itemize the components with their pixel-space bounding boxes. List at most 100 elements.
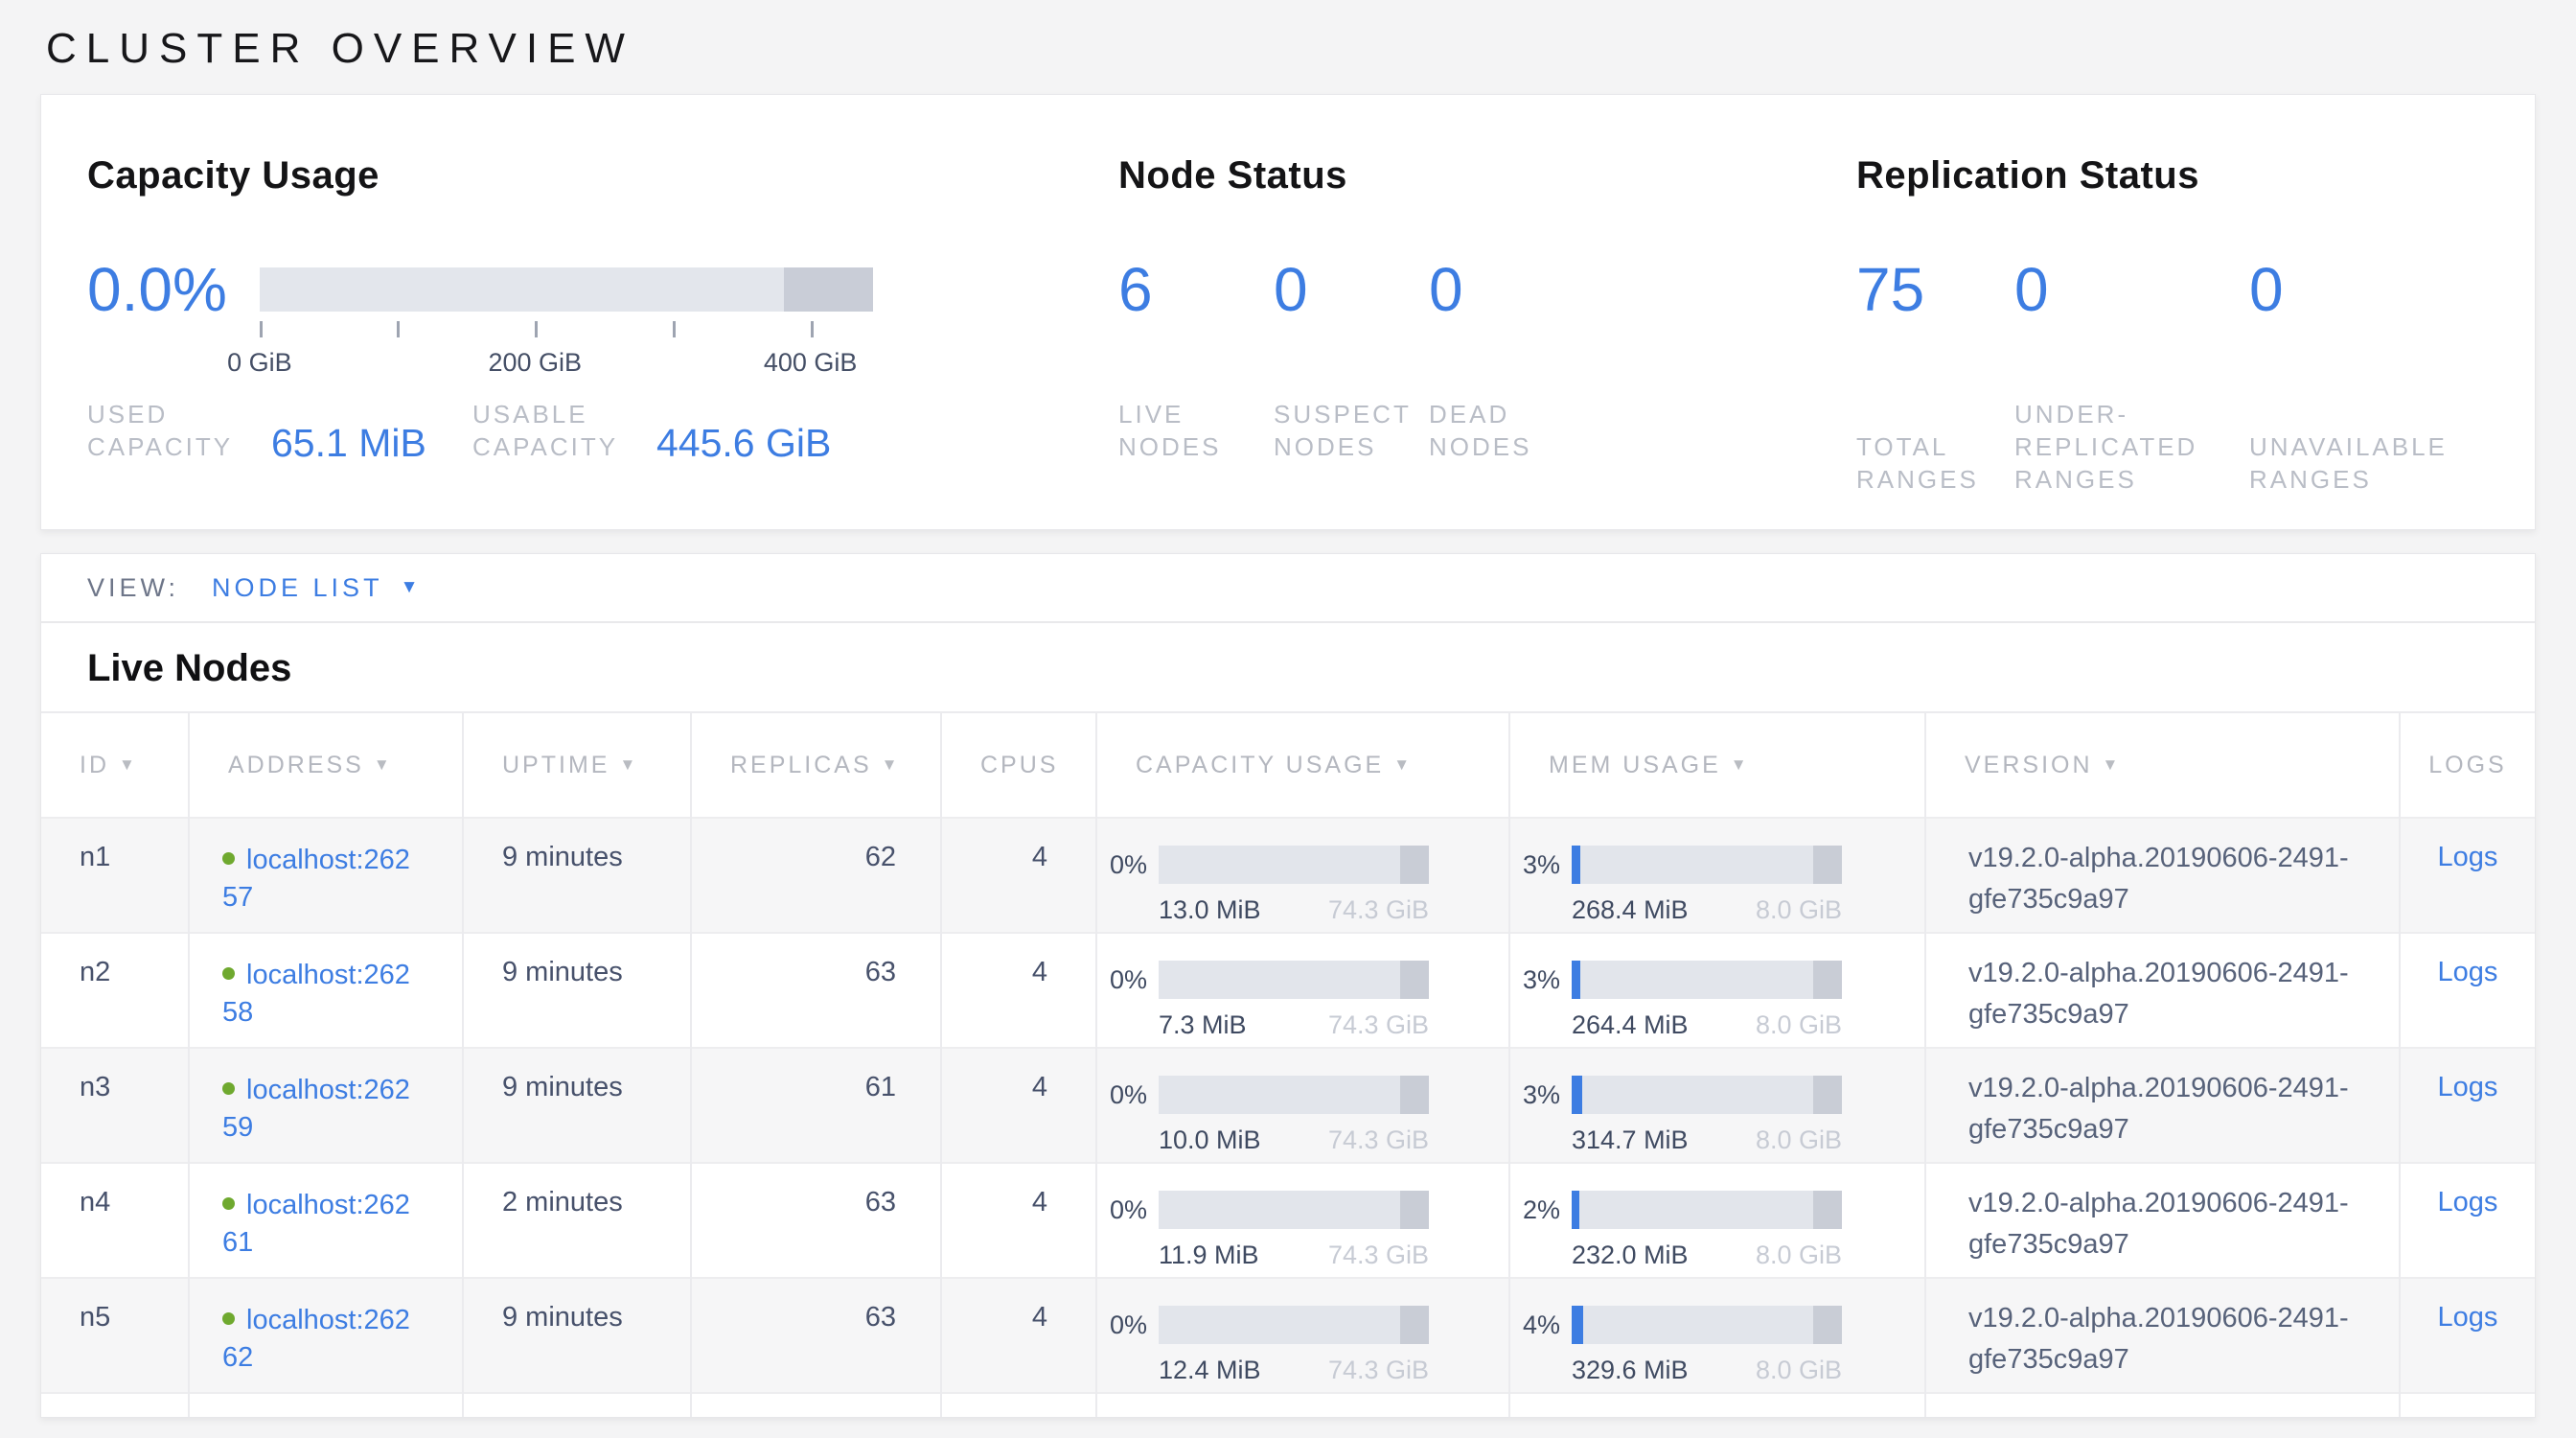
node-version-cell: v19.2.0-alpha.20190606-2491-gfe735c9a97: [1925, 1278, 2400, 1393]
node-uptime-cell: 2 minutes: [463, 1163, 691, 1278]
mem-total-value: 8.0 GiB: [1756, 1241, 1842, 1270]
mem-bar-fill: [1572, 846, 1580, 884]
node-address-link[interactable]: localhost:26257: [222, 845, 410, 913]
replication-status-section: Replication Status 75 0 0 TOTAL RANGES U…: [1856, 154, 2489, 529]
node-capacity-usage-cell: 0% 10.0 MiB 74.3 GiB: [1096, 1048, 1509, 1163]
live-status-icon: [222, 1197, 235, 1210]
mem-usage-bar: [1572, 1076, 1842, 1114]
column-header-uptime[interactable]: UPTIME: [463, 712, 691, 818]
logs-link[interactable]: Logs: [2438, 1187, 2498, 1218]
capacity-usage-bar: [1159, 1076, 1429, 1114]
node-mem-usage-cell: 3% 264.4 MiB 8.0 GiB: [1509, 933, 1925, 1048]
node-address-link[interactable]: localhost:26262: [222, 1305, 410, 1373]
capacity-used-value: 10.0 MiB: [1159, 1125, 1261, 1155]
mem-used-value: 232.0 MiB: [1572, 1241, 1689, 1270]
sort-desc-icon: [882, 755, 901, 774]
node-mem-usage-cell: 4% 329.6 MiB 8.0 GiB: [1509, 1278, 1925, 1393]
capacity-total-value: 74.3 GiB: [1328, 1010, 1429, 1040]
logs-link[interactable]: Logs: [2438, 1072, 2498, 1102]
sort-desc-icon: [2103, 755, 2122, 774]
logs-link[interactable]: Logs: [2438, 842, 2498, 872]
live-status-icon: [222, 1312, 235, 1325]
capacity-bar-reserved-segment: [1400, 1076, 1429, 1114]
node-mem-usage-cell: 2% 232.0 MiB 8.0 GiB: [1509, 1163, 1925, 1278]
node-logs-cell: Logs: [2400, 1278, 2535, 1393]
sort-desc-icon: [619, 755, 638, 774]
mem-bar-fill: [1572, 961, 1580, 999]
column-header-address[interactable]: ADDRESS: [189, 712, 463, 818]
node-id-cell: n1: [41, 818, 189, 933]
node-address-link[interactable]: localhost:26259: [222, 1075, 410, 1143]
node-capacity-usage-cell: 0% 12.4 MiB 74.3 GiB: [1096, 1278, 1509, 1393]
node-capacity-usage-cell: 0% 13.0 MiB 74.3 GiB: [1096, 818, 1509, 933]
used-capacity-label: USED CAPACITY: [87, 399, 258, 464]
capacity-total-value: 74.3 GiB: [1328, 1356, 1429, 1385]
capacity-total-value: 74.3 GiB: [1328, 895, 1429, 925]
mem-usage-bar: [1572, 961, 1842, 999]
node-status-section: Node Status 6 0 0 LIVE NODES SUSPECT NOD…: [1118, 154, 1856, 529]
node-cpus-cell: 4: [941, 1048, 1096, 1163]
node-replicas-cell: 62: [691, 818, 941, 933]
node-cpus-cell: 4: [941, 933, 1096, 1048]
capacity-usage-bar: 0 GiB 200 GiB 400 GiB: [260, 267, 873, 312]
column-header-replicas[interactable]: REPLICAS: [691, 712, 941, 818]
logs-link[interactable]: Logs: [2438, 1302, 2498, 1333]
capacity-usage-bar: [1159, 846, 1429, 884]
mem-usage-bar: [1572, 1306, 1842, 1344]
mem-used-value: 264.4 MiB: [1572, 1010, 1689, 1040]
node-address-cell: localhost:26257: [189, 818, 463, 933]
node-uptime-cell: 9 minutes: [463, 933, 691, 1048]
node-address-cell: localhost:26258: [189, 933, 463, 1048]
axis-label: 0 GiB: [227, 348, 292, 378]
capacity-used-value: 11.9 MiB: [1159, 1241, 1259, 1270]
node-address-link[interactable]: localhost:26258: [222, 960, 410, 1028]
capacity-percent: 0%: [1097, 965, 1147, 995]
mem-total-value: 8.0 GiB: [1756, 895, 1842, 925]
capacity-bar-reserved-segment: [784, 267, 873, 312]
mem-bar-reserved-segment: [1813, 1306, 1842, 1344]
mem-bar-fill: [1572, 1076, 1582, 1114]
capacity-used-value: 12.4 MiB: [1159, 1356, 1261, 1385]
column-header-capacity-usage[interactable]: CAPACITY USAGE: [1096, 712, 1509, 818]
cluster-overview-page: CLUSTER OVERVIEW Capacity Usage 0.0% 0 G…: [0, 25, 2576, 1418]
capacity-used-value: 13.0 MiB: [1159, 895, 1261, 925]
capacity-total-value: 74.3 GiB: [1328, 1241, 1429, 1270]
table-row: n3 localhost:26259 9 minutes 61 4 0% 10.…: [41, 1048, 2535, 1163]
table-row: n2 localhost:26258 9 minutes 63 4 0% 7.3…: [41, 933, 2535, 1048]
axis-label: 200 GiB: [488, 348, 582, 378]
sort-desc-icon: [1731, 755, 1750, 774]
capacity-used-percent: 0.0%: [87, 244, 227, 336]
logs-link[interactable]: Logs: [2438, 957, 2498, 987]
axis-tick: [397, 321, 400, 337]
mem-bar-reserved-segment: [1813, 1191, 1842, 1229]
mem-percent: 4%: [1510, 1310, 1560, 1340]
view-dropdown[interactable]: NODE LIST: [212, 573, 422, 603]
replication-status-title: Replication Status: [1856, 154, 2489, 197]
mem-bar-reserved-segment: [1813, 961, 1842, 999]
column-header-cpus[interactable]: CPUS: [941, 712, 1096, 818]
column-header-mem-usage[interactable]: MEM USAGE: [1509, 712, 1925, 818]
live-nodes-count: 6: [1118, 244, 1274, 336]
mem-percent: 2%: [1510, 1195, 1560, 1225]
mem-bar-reserved-segment: [1813, 1076, 1842, 1114]
live-nodes-label: LIVE NODES: [1118, 399, 1274, 464]
column-header-id[interactable]: ID: [41, 712, 189, 818]
node-version-cell: v19.2.0-alpha.20190606-2491-gfe735c9a97: [1925, 1163, 2400, 1278]
under-replicated-ranges-label: UNDER-REPLICATED RANGES: [2014, 399, 2249, 496]
node-replicas-cell: 61: [691, 1048, 941, 1163]
node-logs-cell: Logs: [2400, 933, 2535, 1048]
capacity-used-value: 7.3 MiB: [1159, 1010, 1247, 1040]
node-address-link[interactable]: localhost:26261: [222, 1190, 410, 1258]
capacity-usage-bar: [1159, 1306, 1429, 1344]
node-version: v19.2.0-alpha.20190606-2491-gfe735c9a97: [1968, 1068, 2371, 1150]
node-cpus-cell: 4: [941, 818, 1096, 933]
capacity-total-value: 74.3 GiB: [1328, 1125, 1429, 1155]
node-uptime-cell: 9 minutes: [463, 818, 691, 933]
column-header-version[interactable]: VERSION: [1925, 712, 2400, 818]
node-cpus-cell: 4: [941, 1278, 1096, 1393]
capacity-usage-title: Capacity Usage: [87, 154, 1118, 197]
unavailable-ranges-count: 0: [2249, 244, 2284, 336]
node-uptime-cell: 9 minutes: [463, 1278, 691, 1393]
node-uptime-cell: 9 minutes: [463, 1048, 691, 1163]
column-header-logs: LOGS: [2400, 712, 2535, 818]
